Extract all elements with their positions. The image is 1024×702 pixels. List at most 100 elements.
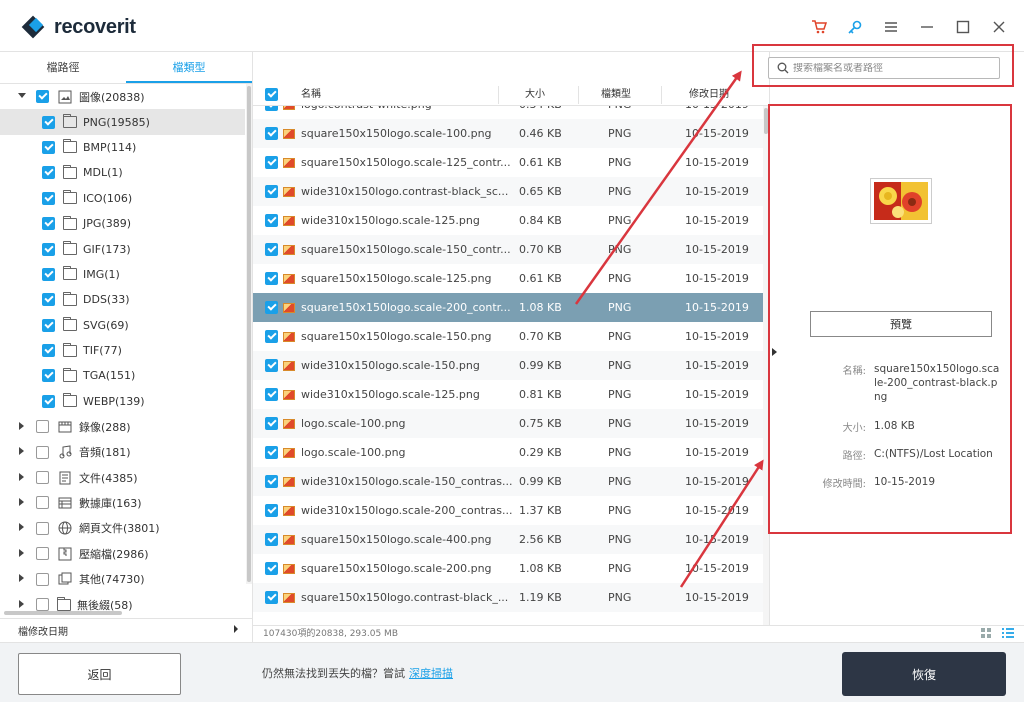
tree-scrollbar[interactable] xyxy=(246,84,252,584)
tree-item[interactable]: SVG(69) xyxy=(0,313,245,338)
tree-item-checkbox[interactable] xyxy=(36,420,49,434)
column-size[interactable]: 大小 xyxy=(525,84,545,106)
row-checkbox[interactable] xyxy=(265,496,278,525)
menu-icon[interactable] xyxy=(880,16,902,38)
chevron-right-icon[interactable] xyxy=(16,472,28,483)
tree-item-checkbox[interactable] xyxy=(42,344,55,358)
column-name[interactable]: 名稱 xyxy=(301,84,321,106)
row-checkbox[interactable] xyxy=(265,148,278,177)
tree-item[interactable]: 其他(74730) xyxy=(0,566,245,591)
row-checkbox[interactable] xyxy=(265,206,278,235)
table-row[interactable]: square150x150logo.scale-150_contr... 0.70… xyxy=(253,235,763,264)
search-box[interactable] xyxy=(768,57,1000,79)
chevron-right-icon[interactable] xyxy=(16,523,28,533)
tree-item-checkbox[interactable] xyxy=(42,140,55,154)
tree-item-checkbox[interactable] xyxy=(36,90,49,104)
row-checkbox[interactable] xyxy=(265,380,278,409)
tree-item[interactable]: TGA(151) xyxy=(0,363,245,388)
row-checkbox[interactable] xyxy=(265,438,278,467)
tree-item-checkbox[interactable] xyxy=(42,191,55,205)
tree-item[interactable]: WEBP(139) xyxy=(0,389,245,414)
table-row[interactable]: wide310x150logo.scale-125.png 0.81 KB PNG 1… xyxy=(253,380,763,409)
row-checkbox[interactable] xyxy=(265,264,278,293)
tree-item[interactable]: JPG(389) xyxy=(0,211,245,236)
key-icon[interactable] xyxy=(844,16,866,38)
select-all-checkbox[interactable] xyxy=(265,84,278,106)
table-row[interactable]: logo.scale-100.png 0.75 KB PNG 10-15-2019 xyxy=(253,409,763,438)
tree-item-checkbox[interactable] xyxy=(42,394,55,408)
table-row[interactable]: square150x150logo.scale-100.png 0.46 KB PN… xyxy=(253,119,763,148)
tree-item-checkbox[interactable] xyxy=(36,598,49,611)
close-icon[interactable] xyxy=(988,16,1010,38)
row-checkbox[interactable] xyxy=(265,467,278,496)
table-row[interactable]: wide310x150logo.contrast-black_sc... 0.65… xyxy=(253,177,763,206)
row-checkbox[interactable] xyxy=(265,554,278,583)
row-checkbox[interactable] xyxy=(265,293,278,322)
row-checkbox[interactable] xyxy=(265,351,278,380)
tree-item-checkbox[interactable] xyxy=(36,572,49,586)
tree-item[interactable]: 壓縮檔(2986) xyxy=(0,541,245,566)
chevron-right-icon[interactable] xyxy=(16,574,28,584)
table-row[interactable]: wide310x150logo.scale-200_contras... 1.37… xyxy=(253,496,763,525)
tree-item-checkbox[interactable] xyxy=(42,267,55,281)
row-checkbox[interactable] xyxy=(265,106,278,119)
chevron-right-icon[interactable] xyxy=(16,548,28,559)
tree-item-checkbox[interactable] xyxy=(42,318,55,332)
row-checkbox[interactable] xyxy=(265,177,278,206)
column-type[interactable]: 檔類型 xyxy=(601,84,631,106)
tab-file-path[interactable]: 檔路徑 xyxy=(0,52,126,83)
tree-item[interactable]: DDS(33) xyxy=(0,287,245,312)
tree-item-checkbox[interactable] xyxy=(36,471,49,485)
tree-item[interactable]: 網頁文件(3801) xyxy=(0,516,245,541)
tree-item-checkbox[interactable] xyxy=(42,217,55,231)
row-checkbox[interactable] xyxy=(265,583,278,612)
table-row[interactable]: wide310x150logo.scale-125.png 0.84 KB PNG 1… xyxy=(253,206,763,235)
chevron-right-icon[interactable] xyxy=(16,421,28,432)
back-button[interactable]: 返回 xyxy=(18,653,181,695)
table-row[interactable]: logo.contrast-white.png 0.34 KB PNG 10-15-2… xyxy=(253,106,763,119)
deep-scan-link[interactable]: 深度掃描 xyxy=(409,667,453,680)
row-checkbox[interactable] xyxy=(265,235,278,264)
tree-item[interactable]: MDL(1) xyxy=(0,160,245,185)
table-row[interactable]: wide310x150logo.scale-150.png 0.99 KB PNG 1… xyxy=(253,351,763,380)
chevron-right-icon[interactable] xyxy=(16,599,28,610)
tree-horizontal-scrollbar[interactable] xyxy=(0,611,245,616)
row-checkbox[interactable] xyxy=(265,525,278,554)
preview-button[interactable]: 預覽 xyxy=(810,311,992,337)
recover-button[interactable]: 恢復 xyxy=(842,652,1006,696)
table-row[interactable]: square150x150logo.scale-125_contr... 0.61… xyxy=(253,148,763,177)
date-filter[interactable]: 檔修改日期 xyxy=(0,618,253,642)
chevron-right-icon[interactable] xyxy=(16,497,28,508)
table-row[interactable]: square150x150logo.scale-200_contr... 1.08… xyxy=(253,293,763,322)
tree-item[interactable]: TIF(77) xyxy=(0,338,245,363)
tree-item[interactable]: IMG(1) xyxy=(0,262,245,287)
tree-item[interactable]: PNG(19585) xyxy=(0,109,245,135)
search-input[interactable] xyxy=(793,62,983,74)
tree-item[interactable]: BMP(114) xyxy=(0,135,245,160)
tree-item-checkbox[interactable] xyxy=(42,242,55,256)
row-checkbox[interactable] xyxy=(265,322,278,351)
maximize-icon[interactable] xyxy=(952,16,974,38)
minimize-icon[interactable] xyxy=(916,16,938,38)
tree-item[interactable]: ICO(106) xyxy=(0,186,245,211)
tree-item[interactable]: 音頻(181) xyxy=(0,439,245,464)
tab-file-type[interactable]: 檔類型 xyxy=(126,52,252,83)
tree-item-checkbox[interactable] xyxy=(42,115,55,129)
tree-item-checkbox[interactable] xyxy=(36,521,49,535)
table-row[interactable]: square150x150logo.scale-125.png 0.61 KB PN… xyxy=(253,264,763,293)
row-checkbox[interactable] xyxy=(265,119,278,148)
chevron-down-icon[interactable] xyxy=(16,92,28,101)
tree-item[interactable]: 圖像(20838) xyxy=(0,84,245,109)
table-row[interactable]: square150x150logo.scale-400.png 2.56 KB PN… xyxy=(253,525,763,554)
table-row[interactable]: square150x150logo.scale-200.png 1.08 KB PN… xyxy=(253,554,763,583)
tree-item-checkbox[interactable] xyxy=(36,496,49,510)
table-row[interactable]: square150x150logo.scale-150.png 0.70 KB PN… xyxy=(253,322,763,351)
tree-item-checkbox[interactable] xyxy=(36,445,49,459)
cart-icon[interactable] xyxy=(808,16,830,38)
tree-item[interactable]: GIF(173) xyxy=(0,236,245,261)
chevron-right-icon[interactable] xyxy=(16,447,28,457)
row-checkbox[interactable] xyxy=(265,409,278,438)
tree-item-checkbox[interactable] xyxy=(42,369,55,383)
tree-item[interactable]: 數據庫(163) xyxy=(0,490,245,515)
tree-item-checkbox[interactable] xyxy=(42,166,55,180)
